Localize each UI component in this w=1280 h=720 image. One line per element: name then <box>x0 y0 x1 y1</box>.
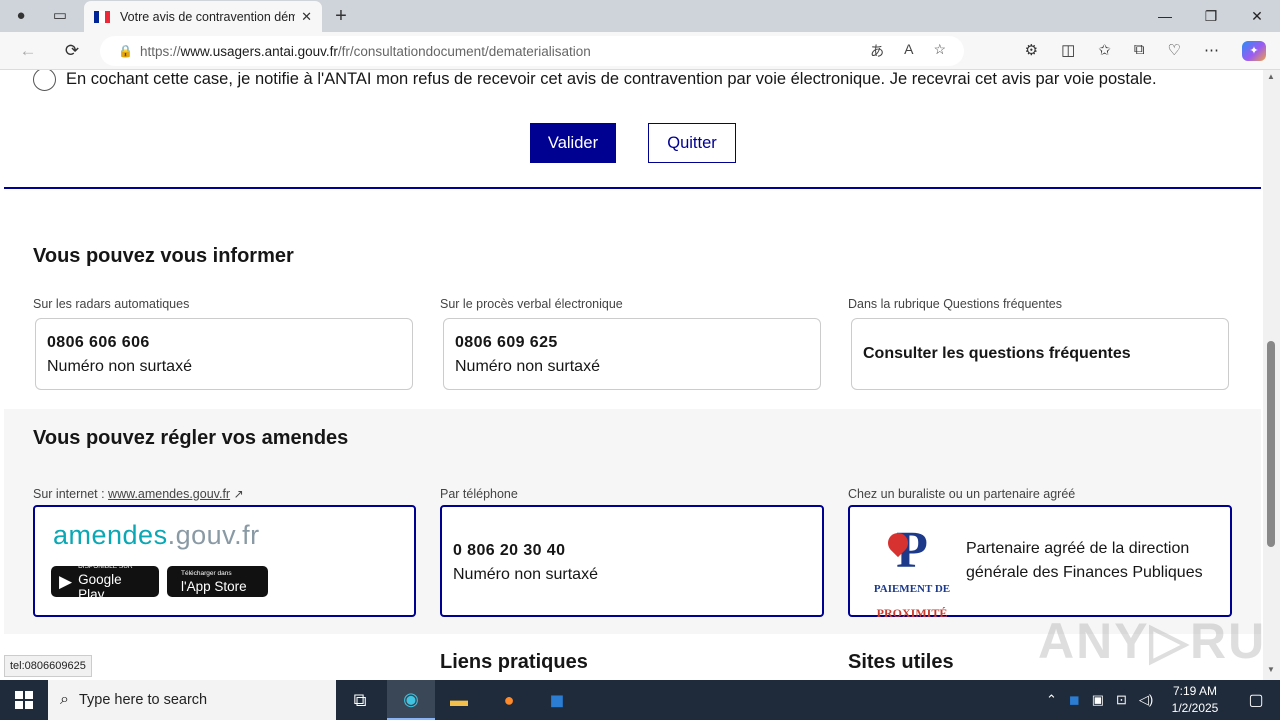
profile-icon[interactable]: ● <box>10 6 32 26</box>
start-button[interactable] <box>0 680 48 720</box>
faq-link[interactable]: Consulter les questions fréquentes <box>863 342 1131 366</box>
buraliste-caption: Chez un buraliste ou un partenaire agréé <box>848 487 1076 501</box>
extensions-icon[interactable]: ⚙ <box>1025 41 1038 61</box>
window-close-button[interactable]: ✕ <box>1234 5 1280 27</box>
internet-card[interactable]: amendes.gouv.fr ▶ DISPONIBLE SUR Google P… <box>33 505 416 617</box>
external-link-icon: ↗ <box>233 487 244 501</box>
pve-caption: Sur le procès verbal électronique <box>440 297 623 311</box>
radar-caption: Sur les radars automatiques <box>33 297 190 311</box>
scroll-thumb[interactable] <box>1267 341 1275 547</box>
favorite-star-icon[interactable]: ☆ <box>933 41 946 61</box>
file-explorer-icon[interactable]: ▬ <box>435 680 483 720</box>
tab-actions-icon[interactable]: ▭ <box>49 6 71 26</box>
tray-chevron-icon[interactable]: ⌃ <box>1046 692 1057 708</box>
translate-icon[interactable]: あ <box>870 41 884 61</box>
sites-heading: Sites utiles <box>848 651 954 673</box>
read-aloud-icon[interactable]: A <box>904 41 913 61</box>
validate-button[interactable]: Valider <box>530 123 616 163</box>
phone-caption: Par téléphone <box>440 487 518 501</box>
pve-phone-number[interactable]: 0806 609 625 <box>455 331 809 355</box>
buraliste-text: Partenaire agréé de la direction général… <box>966 540 1203 581</box>
collections-icon[interactable]: ⧉ <box>1134 41 1145 61</box>
search-placeholder: Type here to search <box>78 692 208 708</box>
windows-logo-icon <box>15 691 33 709</box>
browser-tab-strip: ● ▭ Votre avis de contravention dématéri… <box>0 0 1280 32</box>
outlook-icon[interactable]: ◼ <box>533 680 581 720</box>
section-divider <box>4 187 1261 189</box>
pve-phone-note: Numéro non surtaxé <box>455 358 600 375</box>
lock-icon[interactable]: 🔒 <box>118 44 140 58</box>
refusal-checkbox[interactable] <box>33 70 56 91</box>
radar-phone-card[interactable]: 0806 606 606 Numéro non surtaxé <box>35 318 413 390</box>
page-scrollbar[interactable]: ▲ ▼ <box>1263 70 1280 680</box>
edge-taskbar-icon[interactable]: ◉ <box>387 680 435 720</box>
links-heading: Liens pratiques <box>440 651 588 673</box>
pay-phone-card[interactable]: 0 806 20 30 40 Numéro non surtaxé <box>440 505 824 617</box>
quit-button[interactable]: Quitter <box>648 123 736 163</box>
network-icon[interactable]: ⊡ <box>1116 692 1127 708</box>
taskbar-clock[interactable]: 7:19 AM 1/2/2025 <box>1160 683 1230 717</box>
split-screen-icon[interactable]: ◫ <box>1061 41 1075 61</box>
radar-phone-note: Numéro non surtaxé <box>47 358 192 375</box>
web-page: En cochant cette case, je notifie à l'AN… <box>0 70 1280 680</box>
scroll-up-icon[interactable]: ▲ <box>1267 72 1275 81</box>
system-tray: ⌃ ◼ ▣ ⊡ ◁) <box>1046 680 1153 720</box>
address-url: https://www.usagers.antai.gouv.fr/fr/con… <box>140 43 591 59</box>
volume-icon[interactable]: ◁) <box>1139 692 1153 708</box>
reload-button[interactable]: ⟳ <box>60 40 84 62</box>
app-store-badge[interactable]: Télécharger dans l'App Store <box>167 566 268 597</box>
pve-phone-card[interactable]: 0806 609 625 Numéro non surtaxé <box>443 318 821 390</box>
search-icon: ⌕ <box>60 691 69 708</box>
browser-essentials-icon[interactable]: ♡ <box>1168 41 1181 61</box>
restore-button[interactable]: ❐ <box>1188 5 1234 27</box>
link-status-tooltip: tel:0806609625 <box>4 655 92 677</box>
firefox-icon[interactable]: ● <box>485 680 533 720</box>
browser-toolbar: ← ⟳ 🔒 https://www.usagers.antai.gouv.fr/… <box>0 32 1280 70</box>
internet-caption: Sur internet : www.amendes.gouv.fr ↗ <box>33 487 244 501</box>
copilot-icon[interactable]: ✦ <box>1242 41 1266 61</box>
amendes-logo[interactable]: amendes.gouv.fr <box>53 522 260 549</box>
amendes-link[interactable]: www.amendes.gouv.fr <box>108 487 230 501</box>
taskbar-search[interactable]: ⌕ Type here to search <box>48 680 336 720</box>
browser-tab[interactable]: Votre avis de contravention dématérialis… <box>84 1 322 32</box>
back-button[interactable]: ← <box>16 40 40 62</box>
anyrun-watermark: ANY▷RUN <box>1038 613 1280 669</box>
paiement-proximite-logo: P PAIEMENT DE PROXIMITÉ <box>873 522 951 621</box>
radar-phone-number[interactable]: 0806 606 606 <box>47 331 401 355</box>
taskbar: ⌕ Type here to search ⧉ ◉ ▬ ● ◼ ⌃ ◼ ▣ ⊡ … <box>0 680 1280 720</box>
faq-caption: Dans la rubrique Questions fréquentes <box>848 297 1063 311</box>
buraliste-card[interactable]: P PAIEMENT DE PROXIMITÉ Partenaire agréé… <box>848 505 1232 621</box>
notification-icon[interactable]: ▢ <box>1232 680 1280 720</box>
french-flag-icon <box>94 10 110 23</box>
more-menu-icon[interactable]: ⋯ <box>1204 41 1219 61</box>
tray-outlook-icon[interactable]: ◼ <box>1069 692 1080 708</box>
tab-title: Votre avis de contravention dématérialis… <box>120 9 296 24</box>
clock-time: 7:19 AM <box>1172 684 1218 698</box>
faq-card[interactable]: Consulter les questions fréquentes <box>851 318 1229 390</box>
inform-heading: Vous pouvez vous informer <box>33 245 294 267</box>
favorites-icon[interactable]: ✩ <box>1098 41 1111 61</box>
new-tab-button[interactable]: + <box>330 6 352 26</box>
google-play-badge[interactable]: ▶ DISPONIBLE SUR Google Play <box>51 563 159 602</box>
pay-heading: Vous pouvez régler vos amendes <box>33 427 349 449</box>
pay-phone-note: Numéro non surtaxé <box>453 566 598 583</box>
scroll-down-icon[interactable]: ▼ <box>1267 665 1275 674</box>
clock-date: 1/2/2025 <box>1171 701 1219 715</box>
refusal-text: En cochant cette case, je notifie à l'AN… <box>66 70 1157 88</box>
google-play-icon: ▶ <box>59 571 73 591</box>
task-view-icon[interactable]: ⧉ <box>336 680 384 720</box>
minimize-button[interactable]: — <box>1142 5 1188 27</box>
pay-phone-number[interactable]: 0 806 20 30 40 <box>453 539 811 563</box>
address-bar[interactable]: 🔒 https://www.usagers.antai.gouv.fr/fr/c… <box>100 36 964 66</box>
refusal-option[interactable]: En cochant cette case, je notifie à l'AN… <box>33 70 1157 91</box>
tab-close-button[interactable]: ✕ <box>301 9 312 25</box>
tray-device-icon[interactable]: ▣ <box>1092 692 1104 708</box>
